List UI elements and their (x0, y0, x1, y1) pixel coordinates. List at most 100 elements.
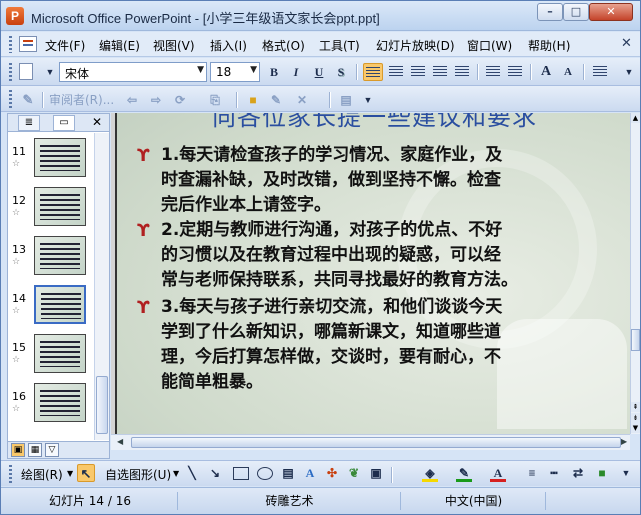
previous-change-icon[interactable]: ⇦ (123, 91, 141, 109)
align-right-button[interactable] (409, 63, 427, 81)
tab-slides[interactable]: ▭ (53, 115, 75, 131)
scroll-left-icon[interactable]: ◀ (117, 437, 123, 446)
scroll-right-icon[interactable]: ▶ (621, 437, 627, 446)
reviewers-button[interactable]: 审阅者(R)... (49, 91, 114, 108)
maximize-button[interactable]: □ (563, 3, 589, 21)
align-center-button[interactable] (387, 63, 405, 81)
slideshow-view-icon[interactable]: ▽ (45, 443, 59, 457)
underline-button[interactable]: U (310, 63, 328, 81)
menu-window[interactable]: 窗口(W) (467, 37, 512, 54)
menu-edit[interactable]: 编辑(E) (99, 37, 140, 54)
slide-position-status: 幻灯片 14 / 16 (3, 492, 178, 510)
line-style-icon[interactable]: ≡ (523, 464, 541, 482)
toolbar-options-chevron-icon[interactable]: ▼ (359, 91, 377, 109)
document-close-icon[interactable]: ✕ (621, 36, 632, 51)
horizontal-scroll-thumb[interactable] (131, 437, 621, 448)
shadow-style-icon[interactable]: ■ (593, 464, 611, 482)
menu-slideshow[interactable]: 幻灯片放映(D) (376, 37, 455, 54)
shrink-font-button[interactable]: A (559, 63, 577, 81)
thumbnail-scroll-thumb[interactable] (96, 376, 108, 434)
delete-comment-icon[interactable]: ✕ (293, 91, 311, 109)
fill-color-button[interactable]: ◈ (421, 464, 439, 482)
toolbar-options-chevron-icon[interactable]: ▼ (620, 63, 638, 81)
menu-view[interactable]: 视图(V) (153, 37, 195, 54)
line-tool-icon[interactable]: ╲ (183, 464, 201, 482)
arrow-tool-icon[interactable]: ↘ (206, 464, 224, 482)
thumbnail-slide-16[interactable]: 16 ☆ (8, 382, 94, 431)
previous-slide-icon[interactable]: ⇞ (631, 402, 640, 412)
normal-view-icon[interactable]: ▣ (11, 443, 25, 457)
dash-style-icon[interactable]: ┅ (545, 464, 563, 482)
next-change-icon[interactable]: ⇨ (147, 91, 165, 109)
decrease-indent-button[interactable] (591, 63, 609, 81)
shadow-button[interactable]: S (332, 63, 350, 81)
scroll-up-icon[interactable]: ▲ (631, 113, 640, 123)
autoshapes-menu-button[interactable]: 自选图形(U) (105, 466, 171, 483)
text-box-icon[interactable]: ▤ (279, 464, 297, 482)
toolbar-options-chevron-icon[interactable]: ▼ (617, 464, 635, 482)
scroll-down-icon[interactable]: ▼ (631, 423, 640, 433)
draw-menu-button[interactable]: 绘图(R) (21, 466, 63, 483)
close-pane-icon[interactable]: ✕ (92, 115, 102, 129)
slide-canvas[interactable]: 向各位家长提一些建议和要求 ϒ 1.每天请检查孩子的学习情况、家庭作业，及 时查… (115, 113, 630, 434)
reject-change-icon[interactable]: ⎘ (206, 91, 224, 109)
powerpoint-app-icon[interactable]: P (6, 7, 24, 25)
paragraph-2[interactable]: 2.定期与教师进行沟通，对孩子的优点、不好 的习惯以及在教育过程中出现的疑惑，可… (161, 218, 606, 293)
oval-tool-icon[interactable] (257, 467, 273, 480)
vertical-scroll-thumb[interactable] (631, 329, 640, 351)
bold-button[interactable]: B (265, 63, 283, 81)
horizontal-scrollbar[interactable]: ◀ ▶ (111, 434, 630, 450)
justify-button[interactable] (431, 63, 449, 81)
thumbnail-slide-14[interactable]: 14 ☆ (8, 284, 94, 333)
insert-picture-icon[interactable]: ▣ (367, 464, 385, 482)
rectangle-tool-icon[interactable] (233, 467, 249, 480)
slide-title[interactable]: 向各位家长提一些建议和要求 (117, 113, 630, 132)
thumbnail-slide-15[interactable]: 15 ☆ (8, 333, 94, 382)
new-slide-icon[interactable] (19, 63, 33, 80)
font-name-select[interactable]: 宋体 ▼ (59, 62, 207, 82)
next-slide-icon[interactable]: ⇟ (631, 413, 640, 423)
vertical-scrollbar[interactable]: ▲ ⇞ ⇟ ▼ (630, 113, 640, 434)
clip-art-icon[interactable]: ❦ (345, 464, 363, 482)
thumbnail-slide-11[interactable]: 11 ☆ (8, 137, 94, 186)
apply-change-icon[interactable]: ⟳ (171, 91, 189, 109)
tab-outline[interactable]: ≣ (18, 115, 40, 131)
thumbnail-scrollbar[interactable] (94, 133, 109, 440)
document-menu-icon[interactable] (19, 36, 37, 52)
markup-icon[interactable]: ✎ (19, 91, 37, 109)
thumbnail-slide-13[interactable]: 13 ☆ (8, 235, 94, 284)
toolbar-grip[interactable] (9, 90, 12, 108)
insert-comment-icon[interactable]: ■ (244, 91, 262, 109)
menu-help[interactable]: 帮助(H) (528, 37, 570, 54)
line-color-button[interactable]: ✎ (455, 464, 473, 482)
slide-sorter-view-icon[interactable]: ▦ (28, 443, 42, 457)
wordart-icon[interactable]: A (301, 464, 319, 482)
paragraph-1[interactable]: 1.每天请检查孩子的学习情况、家庭作业，及 时查漏补缺，及时改错，做到坚持不懈。… (161, 143, 606, 218)
bullets-button[interactable] (506, 63, 524, 81)
align-left-button[interactable] (363, 63, 383, 81)
italic-button[interactable]: I (287, 63, 305, 81)
font-color-button[interactable]: A (489, 464, 507, 482)
minimize-button[interactable]: – (537, 3, 563, 21)
menu-file[interactable]: 文件(F) (45, 37, 85, 54)
grow-font-button[interactable]: A (537, 63, 555, 81)
paragraph-3[interactable]: 3.每天与孩子进行亲切交流，和他们谈谈今天 学到了什么新知识，哪篇新课文，知道哪… (161, 295, 606, 395)
distribute-button[interactable] (453, 63, 471, 81)
menu-tools[interactable]: 工具(T) (319, 37, 360, 54)
diagram-icon[interactable]: ✣ (323, 464, 341, 482)
toolbar-options-chevron-icon[interactable]: ▼ (41, 63, 59, 81)
edit-comment-icon[interactable]: ✎ (267, 91, 285, 109)
thumbnail-slide-12[interactable]: 12 ☆ (8, 186, 94, 235)
close-button[interactable]: ✕ (589, 3, 633, 21)
reviewing-pane-icon[interactable]: ▤ (337, 91, 355, 109)
slide-editor[interactable]: 向各位家长提一些建议和要求 ϒ 1.每天请检查孩子的学习情况、家庭作业，及 时查… (111, 113, 630, 434)
numbering-button[interactable] (484, 63, 502, 81)
menu-insert[interactable]: 插入(I) (210, 37, 247, 54)
toolbar-grip[interactable] (9, 465, 12, 483)
menu-format[interactable]: 格式(O) (262, 37, 305, 54)
select-objects-icon[interactable]: ↖ (77, 464, 95, 482)
toolbar-grip[interactable] (9, 63, 12, 81)
menubar-grip[interactable] (9, 36, 12, 53)
font-size-select[interactable]: 18 ▼ (210, 62, 260, 82)
arrow-style-icon[interactable]: ⇄ (569, 464, 587, 482)
